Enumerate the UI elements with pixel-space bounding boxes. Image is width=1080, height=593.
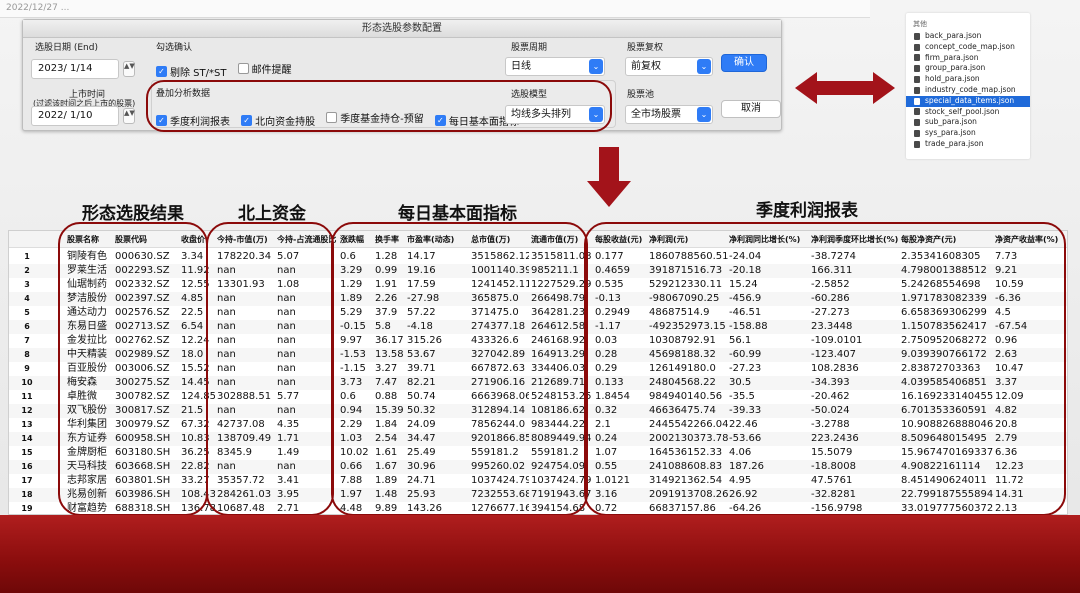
overlay-highlight-oval (146, 80, 612, 132)
confirm-button[interactable]: 确认 (721, 54, 767, 72)
file-name: back_para.json (925, 31, 982, 40)
row-number: 4 (24, 294, 30, 303)
row-number: 18 (21, 490, 33, 499)
dialog-title: 形态选股参数配置 (23, 20, 781, 38)
cancel-button[interactable]: 取消 (721, 100, 781, 118)
background-window-strip: 2022/12/27 ... (0, 0, 870, 18)
file-list-item[interactable]: sys_para.json (906, 128, 1030, 139)
row-number: 5 (24, 308, 30, 317)
check-confirm-row: ✓ 剔除 ST/*ST 邮件提醒 (156, 59, 298, 79)
row-number: 19 (21, 504, 33, 513)
remove-st-checkbox[interactable]: ✓ 剔除 ST/*ST (156, 64, 226, 79)
listing-date-field[interactable]: 2022/ 1/10 (31, 106, 119, 126)
file-name: trade_para.json (925, 138, 984, 148)
file-name: sys_para.json (925, 128, 976, 138)
pattern-highlight-oval (58, 222, 208, 516)
select-date-stepper[interactable]: ▲▼ (123, 61, 135, 77)
chevron-down-icon: ⌄ (697, 107, 711, 122)
file-icon (914, 32, 920, 40)
file-list-item[interactable]: firm_para.json (906, 53, 1030, 64)
select-date-field[interactable]: 2023/ 1/14 (31, 59, 119, 79)
file-list: back_para.json concept_code_map.json firm_… (906, 31, 1030, 150)
pool-value: 全市场股票 (631, 109, 681, 120)
file-list-item[interactable]: hold_para.json (906, 74, 1030, 85)
row-number: 13 (21, 420, 33, 429)
down-arrow-icon (587, 147, 631, 207)
section-daily-title: 每日基本面指标 (398, 204, 517, 224)
row-number: 12 (21, 406, 33, 415)
file-list-item[interactable]: trade_para.json (906, 139, 1030, 150)
double-arrow-icon (795, 70, 895, 106)
file-name: sub_para.json (925, 117, 977, 127)
file-name: group_para.json (925, 63, 986, 73)
checkbox-unchecked-icon (237, 63, 249, 74)
file-icon (914, 108, 920, 116)
chevron-down-icon: ⌄ (697, 59, 711, 74)
file-name: firm_para.json (925, 52, 979, 62)
file-name: industry_code_map.json (925, 84, 1016, 94)
chevron-down-icon: ⌄ (589, 59, 603, 74)
bottom-band (0, 515, 1080, 593)
file-list-header: 其他 (913, 20, 927, 28)
column-header[interactable] (9, 231, 45, 248)
row-number: 9 (24, 364, 30, 373)
pool-select[interactable]: 全市场股票 ⌄ (625, 105, 713, 124)
email-label: 邮件提醒 (251, 65, 292, 76)
file-icon (914, 86, 920, 94)
row-number: 10 (21, 378, 33, 387)
period-value: 日线 (511, 61, 531, 72)
row-number: 7 (24, 336, 30, 345)
row-number: 6 (24, 322, 30, 331)
remove-st-label: 剔除 ST/*ST (170, 68, 227, 79)
row-number: 1 (24, 252, 30, 261)
listing-date-stepper[interactable]: ▲▼ (123, 108, 135, 124)
section-northbound-title: 北上资金 (238, 204, 306, 224)
file-name: concept_code_map.json (925, 41, 1015, 51)
daily-highlight-oval (331, 222, 588, 516)
file-icon (914, 54, 920, 62)
northbound-highlight-oval (206, 222, 334, 516)
row-number: 11 (21, 392, 33, 401)
file-icon (914, 130, 920, 138)
select-date-label: 选股日期 (End) (35, 43, 98, 53)
file-icon (914, 65, 920, 73)
file-icon (914, 43, 920, 51)
background-window-text: 2022/12/27 ... (6, 3, 70, 13)
checkbox-checked-icon: ✓ (156, 66, 167, 77)
file-name: stock_self_pool.json (925, 106, 1000, 116)
file-list-item[interactable]: special_data_items.json (906, 95, 1030, 107)
email-checkbox[interactable]: 邮件提醒 (237, 61, 292, 76)
file-name: hold_para.json (925, 74, 980, 84)
check-confirm-label: 勾选确认 (156, 43, 193, 53)
file-list-item[interactable]: group_para.json (906, 63, 1030, 74)
quarterly-highlight-oval (584, 222, 1066, 516)
period-select[interactable]: 日线 ⌄ (505, 57, 605, 76)
row-number: 2 (24, 266, 30, 275)
section-quarterly-title: 季度利润报表 (756, 201, 858, 221)
row-number: 3 (24, 280, 30, 289)
adjust-label: 股票复权 (627, 43, 664, 53)
file-list-item[interactable]: sub_para.json (906, 117, 1030, 128)
pool-label: 股票池 (627, 90, 655, 100)
adjust-select[interactable]: 前复权 ⌄ (625, 57, 713, 76)
adjust-value: 前复权 (631, 61, 661, 72)
file-icon (914, 140, 920, 148)
period-label: 股票周期 (511, 43, 548, 53)
file-list-item[interactable]: industry_code_map.json (906, 85, 1030, 96)
file-icon (914, 76, 920, 84)
row-number: 8 (24, 350, 30, 359)
row-number: 16 (21, 462, 33, 471)
file-list-item[interactable]: concept_code_map.json (906, 42, 1030, 53)
file-icon (914, 97, 920, 105)
file-list-item[interactable]: back_para.json (906, 31, 1030, 42)
row-number: 14 (21, 434, 33, 443)
row-number: 17 (21, 476, 33, 485)
section-pattern-title: 形态选股结果 (82, 204, 184, 224)
file-name: special_data_items.json (925, 95, 1015, 105)
file-icon (914, 119, 920, 127)
file-list-item[interactable]: stock_self_pool.json (906, 107, 1030, 118)
row-number: 15 (21, 448, 33, 457)
file-list-panel: 其他 back_para.json concept_code_map.json fi… (906, 13, 1030, 159)
